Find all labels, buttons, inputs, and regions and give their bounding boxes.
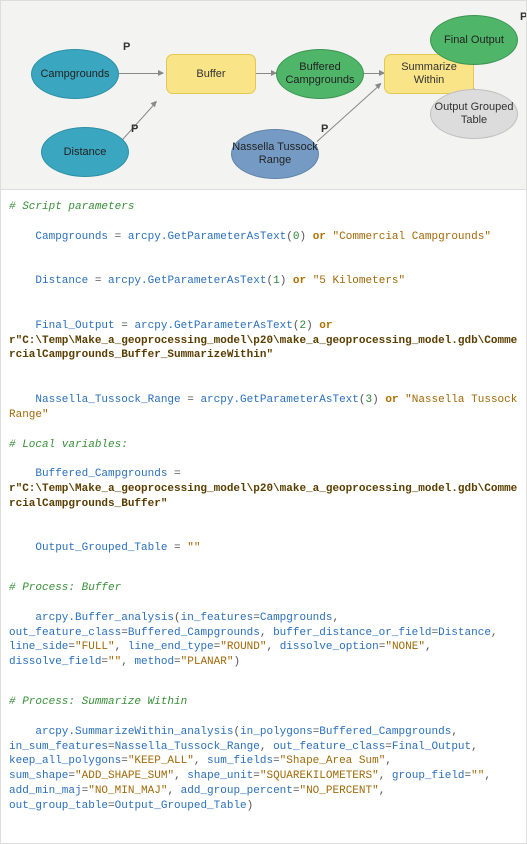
code-arg: Buffered_Campgrounds xyxy=(128,627,260,639)
code-arg: Distance xyxy=(438,627,491,639)
code-arg: "" xyxy=(108,656,121,668)
code-kw: or xyxy=(319,320,332,332)
code-var: Buffered_Campgrounds xyxy=(35,468,167,480)
node-label: Buffered Campgrounds xyxy=(277,61,363,86)
code-arg: Campgrounds xyxy=(260,612,333,624)
code-arg: "SQUAREKILOMETERS" xyxy=(260,770,379,782)
code-func: arcpy.GetParameterAsText xyxy=(200,394,358,406)
param-marker: P xyxy=(321,123,328,135)
node-label: Distance xyxy=(64,146,107,159)
node-campgrounds[interactable]: Campgrounds xyxy=(31,49,119,99)
code-arg: "PLANAR" xyxy=(181,656,234,668)
code-comment: # Process: Buffer xyxy=(9,582,121,594)
code-arg: "Shape_Area Sum" xyxy=(280,755,386,767)
code-var: Distance xyxy=(35,275,88,287)
node-buffer[interactable]: Buffer xyxy=(166,54,256,94)
code-func: arcpy.GetParameterAsText xyxy=(128,231,286,243)
param-marker: P xyxy=(520,11,527,23)
node-label: Summarize Within xyxy=(385,61,473,86)
node-label: Final Output xyxy=(444,34,504,47)
code-arg: "ADD_SHAPE_SUM" xyxy=(75,770,174,782)
param-marker: P xyxy=(131,123,138,135)
code-comment: # Script parameters xyxy=(9,201,134,213)
code-var: Nassella_Tussock_Range xyxy=(35,394,180,406)
code-func: arcpy.Buffer_analysis xyxy=(35,612,174,624)
code-num: 0 xyxy=(293,231,300,243)
code-arg: Nassella_Tussock_Range xyxy=(115,741,260,753)
code-func: arcpy.SummarizeWithin_analysis xyxy=(35,726,233,738)
code-func: arcpy.GetParameterAsText xyxy=(134,320,292,332)
code-kw: or xyxy=(293,275,306,287)
code-arg: "" xyxy=(471,770,484,782)
edge xyxy=(119,73,163,74)
node-grouped[interactable]: Output Grouped Table xyxy=(430,89,518,139)
code-arg: Buffered_Campgrounds xyxy=(319,726,451,738)
code-var: Final_Output xyxy=(35,320,114,332)
node-distance[interactable]: Distance xyxy=(41,127,129,177)
edge xyxy=(364,73,384,74)
node-label: Buffer xyxy=(196,68,225,81)
param-marker: P xyxy=(123,41,130,53)
node-nassella[interactable]: Nassella Tussock Range xyxy=(231,129,319,179)
code-arg: Final_Output xyxy=(392,741,471,753)
code-str: r"C:\Temp\Make_a_geoprocessing_model\p20… xyxy=(9,483,517,510)
node-label: Nassella Tussock Range xyxy=(232,141,318,166)
code-str: "" xyxy=(187,542,200,554)
code-var: Campgrounds xyxy=(35,231,108,243)
code-str: "5 Kilometers" xyxy=(313,275,405,287)
node-label: Output Grouped Table xyxy=(431,101,517,126)
code-str: "Commercial Campgrounds" xyxy=(333,231,491,243)
code-arg: "NONE" xyxy=(385,641,425,653)
code-num: 1 xyxy=(273,275,280,287)
code-arg: "NO_PERCENT" xyxy=(299,785,378,797)
node-label: Campgrounds xyxy=(40,68,109,81)
code-str: r"C:\Temp\Make_a_geoprocessing_model\p20… xyxy=(9,335,517,362)
code-comment: # Process: Summarize Within xyxy=(9,696,187,708)
code-kw: or xyxy=(385,394,398,406)
code-comment: # Local variables: xyxy=(9,439,128,451)
code-arg: "FULL" xyxy=(75,641,115,653)
code-func: arcpy.GetParameterAsText xyxy=(108,275,266,287)
code-arg: "ROUND" xyxy=(220,641,266,653)
code-arg: Output_Grouped_Table xyxy=(115,800,247,812)
code-kw: or xyxy=(313,231,326,243)
model-flowchart: Campgrounds P Distance P Buffer Buffered… xyxy=(0,0,527,190)
node-final[interactable]: Final Output xyxy=(430,15,518,65)
code-arg: "KEEP_ALL" xyxy=(128,755,194,767)
script-code: # Script parameters Campgrounds = arcpy.… xyxy=(0,190,527,844)
code-arg: "NO_MIN_MAJ" xyxy=(88,785,167,797)
node-buffered[interactable]: Buffered Campgrounds xyxy=(276,49,364,99)
code-var: Output_Grouped_Table xyxy=(35,542,167,554)
edge xyxy=(256,73,276,74)
